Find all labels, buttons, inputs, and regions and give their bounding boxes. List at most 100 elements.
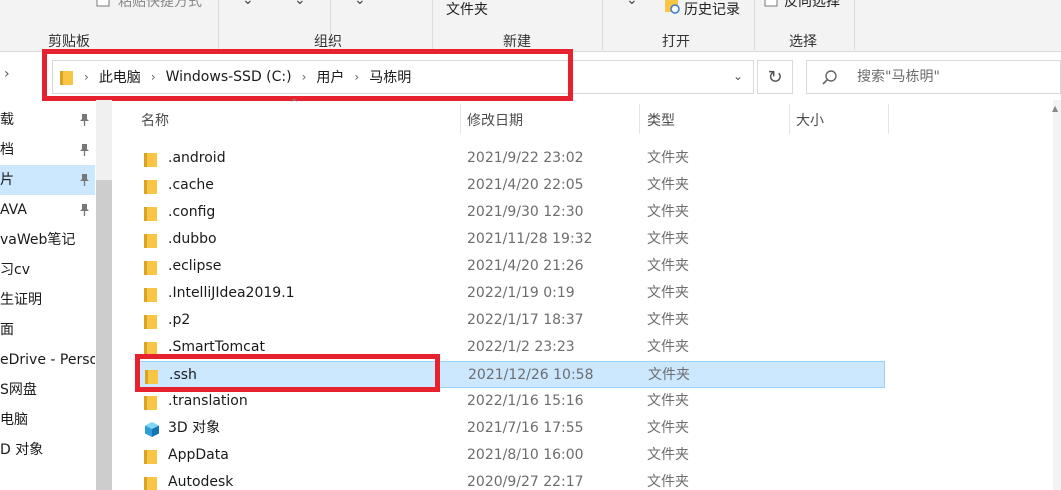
- table-row[interactable]: .dubbo 2021/11/28 19:32 文件夹: [135, 226, 885, 253]
- sidebar-item[interactable]: S网盘: [0, 375, 95, 405]
- invert-selection-icon: [764, 0, 778, 7]
- new-folder-button[interactable]: 文件夹: [446, 0, 488, 19]
- search-input[interactable]: [857, 67, 1052, 87]
- file-name: .eclipse: [168, 258, 222, 274]
- column-divider[interactable]: [460, 104, 461, 134]
- column-divider[interactable]: [639, 104, 640, 134]
- file-name: Autodesk: [168, 474, 234, 490]
- file-name: .ssh: [169, 367, 197, 383]
- folder-icon: [144, 234, 157, 248]
- delete-icon[interactable]: ⌄: [354, 0, 366, 8]
- paste-shortcut-button[interactable]: 粘贴快捷方式: [118, 0, 202, 11]
- sidebar-scrollbar-thumb[interactable]: [96, 180, 112, 490]
- file-type: 文件夹: [647, 231, 689, 247]
- file-date: 2021/9/22 23:02: [467, 150, 584, 166]
- ribbon-separator: [854, 0, 855, 50]
- file-name: .dubbo: [168, 231, 217, 247]
- breadcrumb-chevron-icon[interactable]: ›: [84, 70, 89, 84]
- history-button[interactable]: 历史记录: [684, 0, 740, 19]
- breadcrumb-chevron-icon[interactable]: ›: [151, 70, 156, 84]
- sidebar-item[interactable]: D 对象: [0, 435, 95, 465]
- file-type: 文件夹: [647, 150, 689, 166]
- table-row[interactable]: AppData 2021/8/10 16:00 文件夹: [135, 442, 885, 469]
- breadcrumb-chevron-icon[interactable]: ›: [354, 70, 359, 84]
- search-box[interactable]: [806, 60, 1061, 94]
- file-name: .translation: [168, 393, 248, 409]
- file-name: .android: [168, 150, 226, 166]
- group-label-organize: 组织: [314, 34, 342, 50]
- copy-to-icon[interactable]: ⌄: [294, 0, 306, 8]
- group-label-new: 新建: [503, 34, 531, 50]
- file-name: .SmartTomcat: [168, 339, 265, 355]
- sidebar-item-label: eDrive - Perso: [0, 352, 95, 368]
- address-dropdown-icon[interactable]: ⌄: [733, 69, 743, 83]
- sidebar-item-label: 载: [0, 112, 14, 128]
- pin-icon[interactable]: [78, 143, 90, 157]
- sidebar-item-label: S网盘: [0, 382, 37, 398]
- column-header-name[interactable]: 名称: [141, 106, 169, 136]
- navigation-pane: 载档片 AVA vaWeb笔记 习cv 生证明面 eDrive - Perso S网盘 电脑 D…: [0, 100, 112, 490]
- file-list-scrollbar[interactable]: [1053, 100, 1061, 490]
- column-divider[interactable]: [888, 104, 889, 134]
- ribbon: 粘贴快捷方式 ⌄ ⌄ ⌄ 文件夹 ⌄ 历史记录 反向选择 剪贴板 组织 新建 打…: [0, 0, 1061, 52]
- folder-icon: [60, 71, 73, 85]
- file-date: 2020/9/27 22:17: [467, 474, 584, 490]
- table-row[interactable]: 3D 对象 2021/7/16 17:55 文件夹: [135, 415, 885, 442]
- table-row[interactable]: .android 2021/9/22 23:02 文件夹: [135, 145, 885, 172]
- pin-icon[interactable]: [78, 203, 90, 217]
- history-icon: [665, 0, 680, 14]
- column-header-date[interactable]: 修改日期: [467, 106, 523, 136]
- refresh-icon: ↻: [767, 66, 783, 88]
- column-divider[interactable]: [789, 104, 790, 134]
- column-header-type[interactable]: 类型: [647, 106, 675, 136]
- breadcrumb-user-folder[interactable]: 马栋明: [369, 67, 411, 87]
- file-date: 2021/11/28 19:32: [467, 231, 593, 247]
- folder-icon: [145, 370, 158, 384]
- folder-icon: [144, 207, 157, 221]
- column-header-size[interactable]: 大小: [796, 106, 824, 136]
- sidebar-item[interactable]: 习cv: [0, 255, 95, 285]
- invert-selection-button[interactable]: 反向选择: [784, 0, 840, 11]
- table-row[interactable]: .ssh 2021/12/26 10:58 文件夹: [135, 361, 885, 388]
- breadcrumb-users[interactable]: 用户: [316, 67, 344, 87]
- open-dropdown-icon[interactable]: ⌄: [626, 0, 638, 8]
- file-date: 2022/1/19 0:19: [467, 285, 575, 301]
- address-bar[interactable]: › 此电脑 › Windows-SSD (C:) › 用户 › 马栋明 ⌄: [52, 60, 754, 94]
- file-name: 3D 对象: [168, 420, 221, 436]
- file-name: .config: [168, 204, 216, 220]
- sidebar-item-label: 片: [0, 172, 14, 188]
- scroll-up-icon[interactable]: ▲: [1052, 104, 1058, 113]
- file-type: 文件夹: [647, 258, 689, 274]
- sidebar-item[interactable]: eDrive - Perso: [0, 345, 95, 375]
- move-to-icon[interactable]: ⌄: [242, 0, 254, 8]
- ribbon-separator: [218, 0, 219, 50]
- ribbon-separator: [754, 0, 755, 50]
- file-date: 2021/9/30 12:30: [467, 204, 584, 220]
- sidebar-item[interactable]: 生证明: [0, 285, 95, 315]
- pin-icon[interactable]: [78, 173, 90, 187]
- breadcrumb-this-pc[interactable]: 此电脑: [99, 67, 141, 87]
- breadcrumb-chevron-icon[interactable]: ›: [302, 70, 307, 84]
- table-row[interactable]: .eclipse 2021/4/20 21:26 文件夹: [135, 253, 885, 280]
- file-date: 2021/7/16 17:55: [467, 420, 584, 436]
- sidebar-item-label: 档: [0, 142, 14, 158]
- file-type: 文件夹: [647, 204, 689, 220]
- sidebar-item[interactable]: 电脑: [0, 405, 95, 435]
- table-row[interactable]: Autodesk 2020/9/27 22:17 文件夹: [135, 469, 885, 490]
- file-type: 文件夹: [647, 393, 689, 409]
- table-row[interactable]: .SmartTomcat 2022/1/2 23:23 文件夹: [135, 334, 885, 361]
- sidebar-item[interactable]: vaWeb笔记: [0, 225, 95, 255]
- up-arrow-icon[interactable]: ›: [4, 66, 10, 82]
- table-row[interactable]: .p2 2022/1/17 18:37 文件夹: [135, 307, 885, 334]
- table-row[interactable]: .config 2021/9/30 12:30 文件夹: [135, 199, 885, 226]
- refresh-button[interactable]: ↻: [757, 60, 793, 94]
- table-row[interactable]: .translation 2022/1/16 15:16 文件夹: [135, 388, 885, 415]
- sidebar-item[interactable]: 面: [0, 315, 95, 345]
- sort-ascending-icon: ^: [290, 98, 299, 109]
- table-row[interactable]: .IntelliJIdea2019.1 2022/1/19 0:19 文件夹: [135, 280, 885, 307]
- group-label-select: 选择: [789, 34, 817, 50]
- breadcrumb-drive[interactable]: Windows-SSD (C:): [166, 69, 292, 85]
- table-row[interactable]: .cache 2021/4/20 22:05 文件夹: [135, 172, 885, 199]
- group-label-clipboard: 剪贴板: [48, 34, 90, 50]
- pin-icon[interactable]: [78, 113, 90, 127]
